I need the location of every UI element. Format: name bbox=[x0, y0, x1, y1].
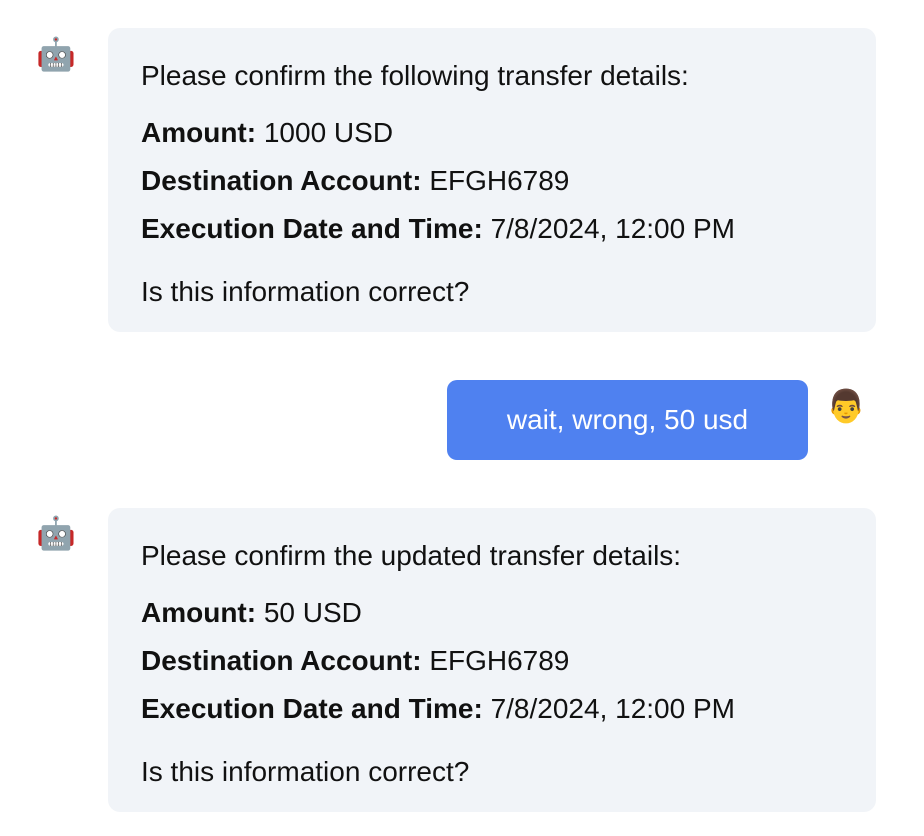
field-row-execution-date: Execution Date and Time: 7/8/2024, 12:00… bbox=[141, 205, 843, 253]
field-value: EFGH6789 bbox=[429, 645, 570, 676]
field-label: Destination Account: bbox=[141, 645, 422, 676]
field-value: 1000 USD bbox=[263, 117, 394, 148]
message-question: Is this information correct? bbox=[141, 276, 470, 307]
field-value: 50 USD bbox=[263, 597, 362, 628]
message-question: Is this information correct? bbox=[141, 756, 470, 787]
robot-avatar-icon: 🤖 bbox=[36, 36, 76, 72]
field-value: EFGH6789 bbox=[429, 165, 570, 196]
field-row-destination-account: Destination Account: EFGH6789 bbox=[141, 637, 843, 685]
robot-avatar-icon: 🤖 bbox=[36, 515, 76, 551]
field-row-destination-account: Destination Account: EFGH6789 bbox=[141, 157, 843, 205]
field-label: Amount: bbox=[141, 597, 257, 628]
field-row-amount: Amount: 50 USD bbox=[141, 589, 843, 637]
user-message: wait, wrong, 50 usd bbox=[447, 380, 808, 460]
field-row-execution-date: Execution Date and Time: 7/8/2024, 12:00… bbox=[141, 685, 843, 733]
field-label: Execution Date and Time: bbox=[141, 693, 483, 724]
field-value: 7/8/2024, 12:00 PM bbox=[490, 693, 735, 724]
user-avatar-icon: 👨 bbox=[826, 388, 866, 424]
assistant-message: Please confirm the following transfer de… bbox=[108, 28, 876, 332]
field-row-amount: Amount: 1000 USD bbox=[141, 109, 843, 157]
field-label: Amount: bbox=[141, 117, 257, 148]
field-label: Destination Account: bbox=[141, 165, 422, 196]
field-value: 7/8/2024, 12:00 PM bbox=[490, 213, 735, 244]
assistant-message: Please confirm the updated transfer deta… bbox=[108, 508, 876, 812]
field-label: Execution Date and Time: bbox=[141, 213, 483, 244]
message-intro: Please confirm the following transfer de… bbox=[141, 60, 689, 91]
message-intro: Please confirm the updated transfer deta… bbox=[141, 540, 682, 571]
